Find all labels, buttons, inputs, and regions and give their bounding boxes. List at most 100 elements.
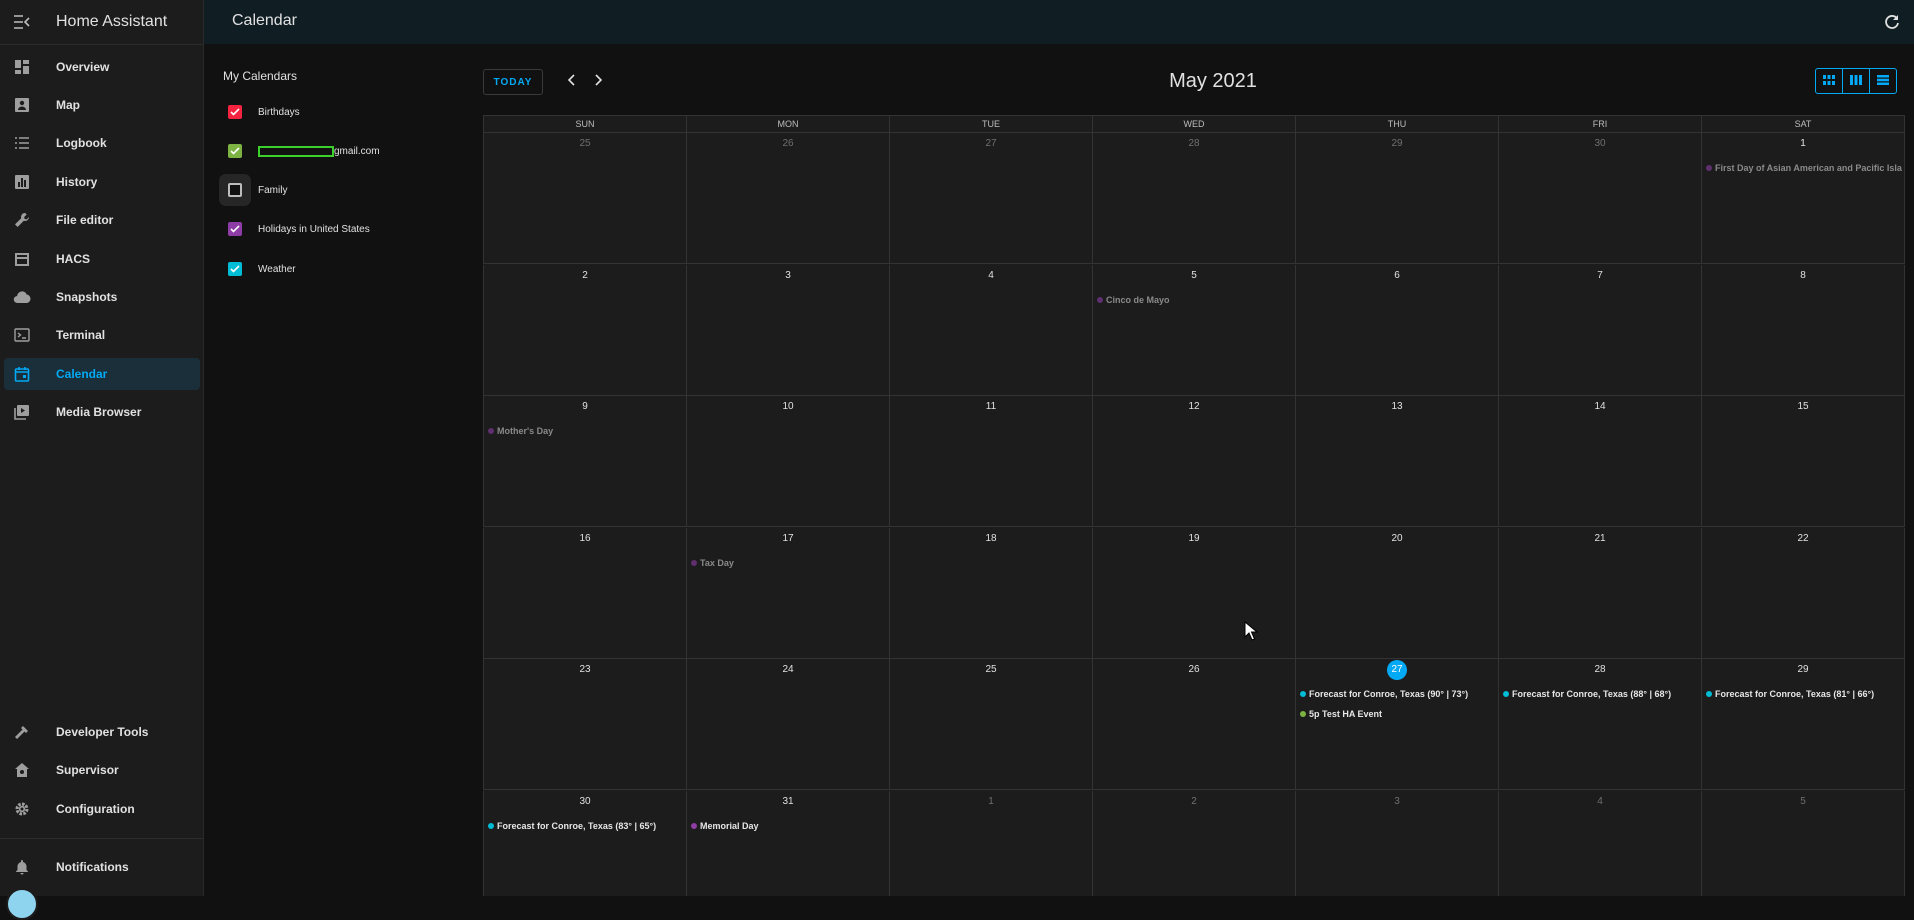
- refresh-icon[interactable]: [1882, 12, 1902, 32]
- sidebar-item-history[interactable]: History: [4, 166, 200, 198]
- calendar-event[interactable]: First Day of Asian American and Pacific …: [1706, 161, 1904, 175]
- day-cell[interactable]: 26: [686, 133, 889, 263]
- calendar-item-weather[interactable]: Weather: [223, 257, 296, 281]
- checkbox-checked[interactable]: [228, 144, 242, 158]
- day-number-text: 29: [1391, 138, 1403, 149]
- day-cell-today[interactable]: 27 Forecast for Conroe, Texas (90° | 73°)…: [1295, 659, 1498, 789]
- day-cell[interactable]: 3: [686, 265, 889, 395]
- day-cell[interactable]: 30 Forecast for Conroe, Texas (83° | 65°): [484, 791, 686, 896]
- day-cell[interactable]: 8: [1701, 265, 1904, 395]
- day-cell[interactable]: 18: [889, 528, 1092, 658]
- next-month-button[interactable]: [589, 73, 607, 91]
- day-cell[interactable]: 31 Memorial Day: [686, 791, 889, 896]
- sidebar-item-supervisor[interactable]: Supervisor: [4, 754, 200, 786]
- sidebar-item-file-editor[interactable]: File editor: [4, 204, 200, 236]
- sidebar-item-media-browser[interactable]: Media Browser: [4, 396, 200, 428]
- day-cell[interactable]: 25: [889, 659, 1092, 789]
- day-cell[interactable]: 30: [1498, 133, 1701, 263]
- calendar-event[interactable]: Forecast for Conroe, Texas (81° | 66°): [1706, 687, 1904, 701]
- day-cell[interactable]: 5: [1701, 791, 1904, 896]
- weekday-header: SUN MON TUE WED THU FRI SAT: [483, 115, 1905, 133]
- day-cell[interactable]: 27: [889, 133, 1092, 263]
- sidebar-item-terminal[interactable]: Terminal: [4, 319, 200, 351]
- day-cell[interactable]: 26: [1092, 659, 1295, 789]
- sidebar-item-logbook[interactable]: Logbook: [4, 127, 200, 159]
- sidebar-item-developer-tools[interactable]: Developer Tools: [4, 716, 200, 748]
- sidebar-item-configuration[interactable]: Configuration: [4, 793, 200, 825]
- day-number-text: 4: [988, 270, 994, 281]
- sidebar-item-calendar[interactable]: Calendar: [4, 358, 200, 390]
- day-cell[interactable]: 15: [1701, 396, 1904, 526]
- menu-collapse-icon[interactable]: [2, 0, 42, 44]
- day-cell[interactable]: 12: [1092, 396, 1295, 526]
- day-cell[interactable]: 1 First Day of Asian American and Pacific…: [1701, 133, 1904, 263]
- day-cell[interactable]: 6: [1295, 265, 1498, 395]
- checkbox-unchecked[interactable]: [228, 183, 242, 197]
- day-cell[interactable]: 21: [1498, 528, 1701, 658]
- calendar-item-holidays[interactable]: Holidays in United States: [223, 217, 370, 241]
- calendar-item-gmail[interactable]: gmail.com: [223, 139, 380, 163]
- day-number-text: 15: [1797, 401, 1809, 412]
- day-cell[interactable]: 10: [686, 396, 889, 526]
- day-cell[interactable]: 2: [484, 265, 686, 395]
- calendar-event[interactable]: 5p Test HA Event: [1300, 707, 1498, 721]
- sidebar-item-notifications[interactable]: Notifications: [4, 851, 200, 883]
- week-view-button[interactable]: [1842, 68, 1870, 94]
- day-cell[interactable]: 16: [484, 528, 686, 658]
- day-cell[interactable]: 14: [1498, 396, 1701, 526]
- calendar-name: gmail.com: [334, 145, 380, 157]
- day-number-text: 29: [1797, 664, 1809, 675]
- checkbox-checked[interactable]: [228, 262, 242, 276]
- day-number-text: 26: [782, 138, 794, 149]
- day-cell[interactable]: 20: [1295, 528, 1498, 658]
- calendar-item-family[interactable]: Family: [223, 178, 287, 202]
- sidebar-item-map[interactable]: Map: [4, 89, 200, 121]
- day-number: 25: [890, 664, 1092, 675]
- day-cell[interactable]: 2: [1092, 791, 1295, 896]
- calendar-event[interactable]: Tax Day: [691, 556, 889, 570]
- calendar-event[interactable]: Mother's Day: [488, 424, 686, 438]
- sidebar-item-hacs[interactable]: HACS: [4, 243, 200, 275]
- calendar-event[interactable]: Forecast for Conroe, Texas (90° | 73°): [1300, 687, 1498, 701]
- sidebar-item-overview[interactable]: Overview: [4, 51, 200, 83]
- day-cell[interactable]: 22: [1701, 528, 1904, 658]
- day-cell[interactable]: 4: [889, 265, 1092, 395]
- day-cell[interactable]: 25: [484, 133, 686, 263]
- day-cell[interactable]: 7: [1498, 265, 1701, 395]
- gear-icon: [12, 799, 32, 819]
- day-cell[interactable]: 13: [1295, 396, 1498, 526]
- day-cell[interactable]: 4: [1498, 791, 1701, 896]
- previous-month-button[interactable]: [563, 73, 581, 91]
- day-number-text: 28: [1594, 664, 1606, 675]
- day-cell[interactable]: 17 Tax Day: [686, 528, 889, 658]
- sidebar-item-snapshots[interactable]: Snapshots: [4, 281, 200, 313]
- day-cell[interactable]: 28: [1092, 133, 1295, 263]
- day-number: 3: [1296, 796, 1498, 807]
- day-cell[interactable]: 23: [484, 659, 686, 789]
- today-button[interactable]: TODAY: [483, 69, 543, 95]
- calendar-event[interactable]: Forecast for Conroe, Texas (88° | 68°): [1503, 687, 1701, 701]
- calendar-event[interactable]: Memorial Day: [691, 819, 889, 833]
- calendar-event[interactable]: Forecast for Conroe, Texas (83° | 65°): [488, 819, 686, 833]
- day-cell[interactable]: 11: [889, 396, 1092, 526]
- day-cell[interactable]: 24: [686, 659, 889, 789]
- calendar-event[interactable]: Cinco de Mayo: [1097, 293, 1295, 307]
- checkbox-checked[interactable]: [228, 222, 242, 236]
- day-cell[interactable]: 28 Forecast for Conroe, Texas (88° | 68°): [1498, 659, 1701, 789]
- day-cell[interactable]: 19: [1092, 528, 1295, 658]
- month-view-button[interactable]: [1815, 68, 1843, 94]
- day-cell[interactable]: 1: [889, 791, 1092, 896]
- calendar-item-birthdays[interactable]: Birthdays: [223, 100, 300, 124]
- day-cell[interactable]: 29: [1295, 133, 1498, 263]
- day-view-button[interactable]: [1869, 68, 1897, 94]
- day-cell[interactable]: 9 Mother's Day: [484, 396, 686, 526]
- day-number: 28: [1093, 138, 1295, 149]
- day-cell[interactable]: 3: [1295, 791, 1498, 896]
- calendar-name: Family: [258, 184, 288, 196]
- avatar[interactable]: [6, 888, 38, 920]
- day-cell[interactable]: 29 Forecast for Conroe, Texas (81° | 66°): [1701, 659, 1904, 789]
- day-number: 27: [1296, 660, 1498, 680]
- day-number: 2: [1093, 796, 1295, 807]
- day-cell[interactable]: 5 Cinco de Mayo: [1092, 265, 1295, 395]
- checkbox-checked[interactable]: [228, 105, 242, 119]
